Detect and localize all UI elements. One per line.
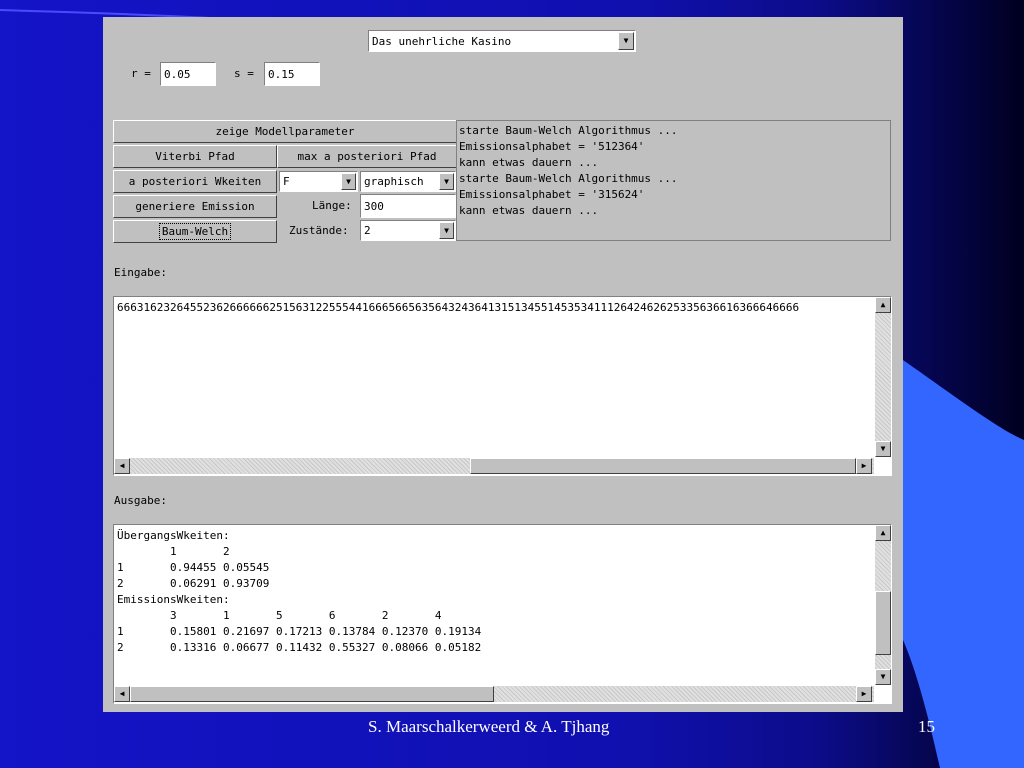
log-line: Emissionsalphabet = '315624' xyxy=(459,188,645,201)
output-line: 1 2 xyxy=(117,545,230,558)
baum-welch-label: Baum-Welch xyxy=(158,223,232,240)
model-select[interactable]: Das unehrliche Kasino ▼ xyxy=(368,30,636,52)
show-model-params-label: zeige Modellparameter xyxy=(215,125,355,138)
display-mode-select-value: graphisch xyxy=(364,175,424,188)
output-line: ÜbergangsWkeiten: xyxy=(117,529,230,542)
states-label: Zustände: xyxy=(289,224,349,237)
r-label: r = xyxy=(131,67,151,80)
chevron-down-icon[interactable]: ▼ xyxy=(618,32,634,50)
input-textarea[interactable]: 6663162326455236266666625156312255544166… xyxy=(113,296,892,476)
applet-panel: Das unehrliche Kasino ▼ r = 0.05 s = 0.1… xyxy=(103,17,903,712)
viterbi-path-label: Viterbi Pfad xyxy=(155,150,235,163)
log-line: kann etwas dauern ... xyxy=(459,156,599,169)
footer-author: S. Maarschalkerweerd & A. Tjhang xyxy=(368,717,610,736)
output-line: 1 0.94455 0.05545 xyxy=(117,561,270,574)
input-label: Eingabe: xyxy=(114,266,167,279)
posterior-probabilities-label: a posteriori Wkeiten xyxy=(128,175,262,188)
generate-emission-label: generiere Emission xyxy=(135,200,255,213)
output-line: EmissionsWkeiten: xyxy=(117,593,230,606)
output-line: 2 0.06291 0.93709 xyxy=(117,577,270,590)
output-label: Ausgabe: xyxy=(114,494,167,507)
generate-emission-button[interactable]: generiere Emission xyxy=(113,195,277,218)
s-input[interactable]: 0.15 xyxy=(264,62,320,86)
posterior-probabilities-button[interactable]: a posteriori Wkeiten xyxy=(113,170,277,193)
state-select[interactable]: F ▼ xyxy=(279,171,358,192)
output-textarea[interactable]: ÜbergangsWkeiten: 1 2 1 0.94455 0.05545 … xyxy=(113,524,892,704)
triangle-left-icon[interactable]: ◀ xyxy=(114,458,130,474)
log-line: Emissionsalphabet = '512364' xyxy=(459,140,645,153)
input-text: 6663162326455236266666625156312255544166… xyxy=(117,301,800,314)
show-model-params-button[interactable]: zeige Modellparameter xyxy=(113,120,457,143)
input-horizontal-scroll-thumb[interactable] xyxy=(470,458,856,474)
chevron-down-icon[interactable]: ▼ xyxy=(439,173,454,190)
length-input[interactable]: 300 xyxy=(360,194,456,218)
output-vertical-scroll-thumb[interactable] xyxy=(875,591,891,655)
states-select-value: 2 xyxy=(364,224,371,237)
chevron-down-icon[interactable]: ▼ xyxy=(439,222,454,239)
states-select[interactable]: 2 ▼ xyxy=(360,220,456,241)
input-vertical-scrollbar[interactable] xyxy=(875,297,891,457)
max-posterior-path-button[interactable]: max a posteriori Pfad xyxy=(277,145,457,168)
log-area[interactable]: starte Baum-Welch Algorithmus ... Emissi… xyxy=(456,120,891,241)
triangle-up-icon[interactable]: ▲ xyxy=(875,297,891,313)
log-line: starte Baum-Welch Algorithmus ... xyxy=(459,124,678,137)
length-label: Länge: xyxy=(312,199,352,212)
footer-page-number: 15 xyxy=(918,717,935,736)
chevron-down-icon[interactable]: ▼ xyxy=(341,173,356,190)
output-line: 1 0.15801 0.21697 0.17213 0.13784 0.1237… xyxy=(117,625,482,638)
r-input[interactable]: 0.05 xyxy=(160,62,216,86)
triangle-down-icon[interactable]: ▼ xyxy=(875,441,891,457)
triangle-up-icon[interactable]: ▲ xyxy=(875,525,891,541)
s-label: s = xyxy=(234,67,254,80)
triangle-right-icon[interactable]: ▶ xyxy=(856,458,872,474)
output-horizontal-scroll-thumb[interactable] xyxy=(130,686,494,702)
log-line: kann etwas dauern ... xyxy=(459,204,599,217)
triangle-down-icon[interactable]: ▼ xyxy=(875,669,891,685)
viterbi-path-button[interactable]: Viterbi Pfad xyxy=(113,145,277,168)
log-line: starte Baum-Welch Algorithmus ... xyxy=(459,172,678,185)
triangle-right-icon[interactable]: ▶ xyxy=(856,686,872,702)
model-select-value: Das unehrliche Kasino xyxy=(372,34,512,48)
state-select-value: F xyxy=(283,175,290,188)
baum-welch-button[interactable]: Baum-Welch xyxy=(113,220,277,243)
max-posterior-path-label: max a posteriori Pfad xyxy=(297,150,437,163)
output-line: 3 1 5 6 2 4 xyxy=(117,609,442,622)
display-mode-select[interactable]: graphisch ▼ xyxy=(360,171,456,192)
output-text: ÜbergangsWkeiten: 1 2 1 0.94455 0.05545 … xyxy=(117,528,481,656)
triangle-left-icon[interactable]: ◀ xyxy=(114,686,130,702)
output-line: 2 0.13316 0.06677 0.11432 0.55327 0.0806… xyxy=(117,641,482,654)
